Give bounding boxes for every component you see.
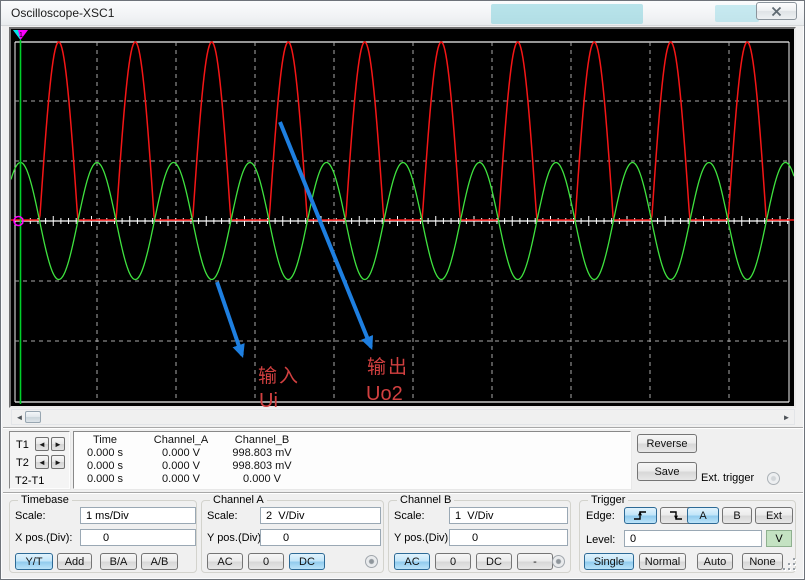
- trigger-single-button[interactable]: Single: [584, 553, 634, 570]
- trigger-source-ext-button[interactable]: Ext: [755, 507, 793, 524]
- channel-b-group: Channel B Scale: Y pos.(Div): AC 0 DC -: [388, 500, 571, 573]
- channel-a-ypos-input[interactable]: [260, 529, 381, 546]
- t1-left-button[interactable]: ◄: [35, 437, 49, 451]
- diff-channel-a: 0.000 V: [140, 473, 222, 485]
- t2-right-button[interactable]: ►: [51, 455, 65, 469]
- add-mode-button[interactable]: Add: [57, 553, 92, 570]
- channel-b-scale-label: Scale:: [394, 510, 425, 522]
- t1-right-button[interactable]: ►: [51, 437, 65, 451]
- ext-trigger-terminal-icon[interactable]: [767, 472, 780, 485]
- window-title: Oscilloscope-XSC1: [11, 6, 114, 20]
- trigger-auto-button[interactable]: Auto: [697, 553, 733, 570]
- timebase-xpos-label: X pos.(Div):: [15, 532, 72, 544]
- t1-channel-a: 0.000 V: [140, 447, 222, 459]
- titlebar-highlight-small: [715, 5, 759, 22]
- channel-a-dc-button[interactable]: DC: [289, 553, 325, 570]
- save-button[interactable]: Save: [637, 462, 697, 481]
- col-header-time: Time: [74, 434, 136, 446]
- arrow-right-icon: ►: [54, 440, 62, 449]
- timebase-group: Timebase Scale: X pos.(Div): Y/T Add B/A…: [9, 500, 197, 573]
- t2-channel-a: 0.000 V: [140, 460, 222, 472]
- scrollbar-thumb[interactable]: [25, 411, 41, 423]
- timebase-xpos-input[interactable]: [80, 529, 196, 546]
- timebase-scale-input[interactable]: [80, 507, 196, 524]
- separator: [3, 427, 803, 429]
- rising-edge-button[interactable]: [624, 507, 657, 524]
- trigger-level-unit-select[interactable]: V: [766, 530, 792, 547]
- t1-time: 0.000 s: [74, 447, 136, 459]
- channel-a-0-button[interactable]: 0: [248, 553, 284, 570]
- diff-channel-b: 0.000 V: [219, 473, 305, 485]
- trigger-level-label: Level:: [586, 534, 615, 546]
- yt-mode-button[interactable]: Y/T: [15, 553, 53, 570]
- channel-a-scale-label: Scale:: [207, 510, 238, 522]
- arrow-left-icon: ◄: [38, 458, 46, 467]
- scope-display[interactable]: 1: [9, 27, 796, 408]
- trigger-none-button[interactable]: None: [742, 553, 783, 570]
- resize-grip[interactable]: [782, 557, 798, 575]
- channel-b-ypos-input[interactable]: [449, 529, 568, 546]
- channel-a-ac-button[interactable]: AC: [207, 553, 243, 570]
- ba-mode-button[interactable]: B/A: [100, 553, 137, 570]
- scroll-right-icon[interactable]: ►: [779, 410, 794, 424]
- titlebar-highlight: [491, 4, 643, 24]
- falling-edge-icon: [669, 510, 685, 521]
- trigger-title: Trigger: [588, 494, 628, 506]
- channel-b-scale-input[interactable]: [449, 507, 568, 524]
- close-icon: [771, 6, 782, 17]
- timebase-scale-label: Scale:: [15, 510, 46, 522]
- ext-trigger-label: Ext. trigger: [701, 472, 754, 484]
- trigger-level-input[interactable]: [624, 530, 762, 547]
- timebase-title: Timebase: [18, 494, 72, 506]
- channel-a-terminal-icon[interactable]: [365, 555, 378, 568]
- t1-channel-b: 998.803 mV: [219, 447, 305, 459]
- trigger-edge-label: Edge:: [586, 510, 615, 522]
- t2-time: 0.000 s: [74, 460, 136, 472]
- diff-time: 0.000 s: [74, 473, 136, 485]
- trigger-source-b-button[interactable]: B: [722, 507, 752, 524]
- cursor-t1-label: T1: [16, 439, 29, 451]
- channel-b-title: Channel B: [397, 494, 454, 506]
- ab-mode-button[interactable]: A/B: [141, 553, 178, 570]
- channel-b-terminal-icon[interactable]: [552, 555, 565, 568]
- t2-left-button[interactable]: ◄: [35, 455, 49, 469]
- display-scrollbar[interactable]: ◄ ►: [11, 409, 795, 425]
- t2-channel-b: 998.803 mV: [219, 460, 305, 472]
- measurement-table: Time Channel_A Channel_B 0.000 s 0.000 V…: [73, 431, 631, 489]
- trigger-group: Trigger Edge: A B Ext Level: V Single No…: [579, 500, 796, 573]
- cursor-panel: T1 ◄ ► T2 ◄ ► T2-T1: [9, 431, 70, 489]
- channel-a-ypos-label: Y pos.(Div):: [207, 532, 264, 544]
- channel-b-dc-button[interactable]: DC: [476, 553, 512, 570]
- reverse-button[interactable]: Reverse: [637, 434, 697, 453]
- cursor-t2-label: T2: [16, 457, 29, 469]
- cursor-diff-label: T2-T1: [15, 475, 44, 487]
- channel-b-ac-button[interactable]: AC: [394, 553, 430, 570]
- oscilloscope-window: Oscilloscope-XSC1 1 输入 Ui 输出 Uo2 ◄ ►: [0, 0, 805, 580]
- col-header-channel-b: Channel_B: [219, 434, 305, 446]
- svg-text:1: 1: [19, 32, 23, 39]
- channel-b-ypos-label: Y pos.(Div):: [394, 532, 451, 544]
- arrow-left-icon: ◄: [38, 440, 46, 449]
- arrow-right-icon: ►: [54, 458, 62, 467]
- close-button[interactable]: [756, 2, 797, 20]
- channel-b-minus-button[interactable]: -: [517, 553, 553, 570]
- title-bar[interactable]: Oscilloscope-XSC1: [1, 1, 804, 26]
- col-header-channel-a: Channel_A: [140, 434, 222, 446]
- channel-a-title: Channel A: [210, 494, 267, 506]
- scope-waveform-plot: 1: [11, 29, 794, 406]
- trigger-normal-button[interactable]: Normal: [639, 553, 686, 570]
- channel-a-group: Channel A Scale: Y pos.(Div): AC 0 DC: [201, 500, 384, 573]
- trigger-source-a-button[interactable]: A: [687, 507, 719, 524]
- rising-edge-icon: [633, 510, 649, 521]
- channel-a-scale-input[interactable]: [260, 507, 381, 524]
- channel-b-0-button[interactable]: 0: [435, 553, 471, 570]
